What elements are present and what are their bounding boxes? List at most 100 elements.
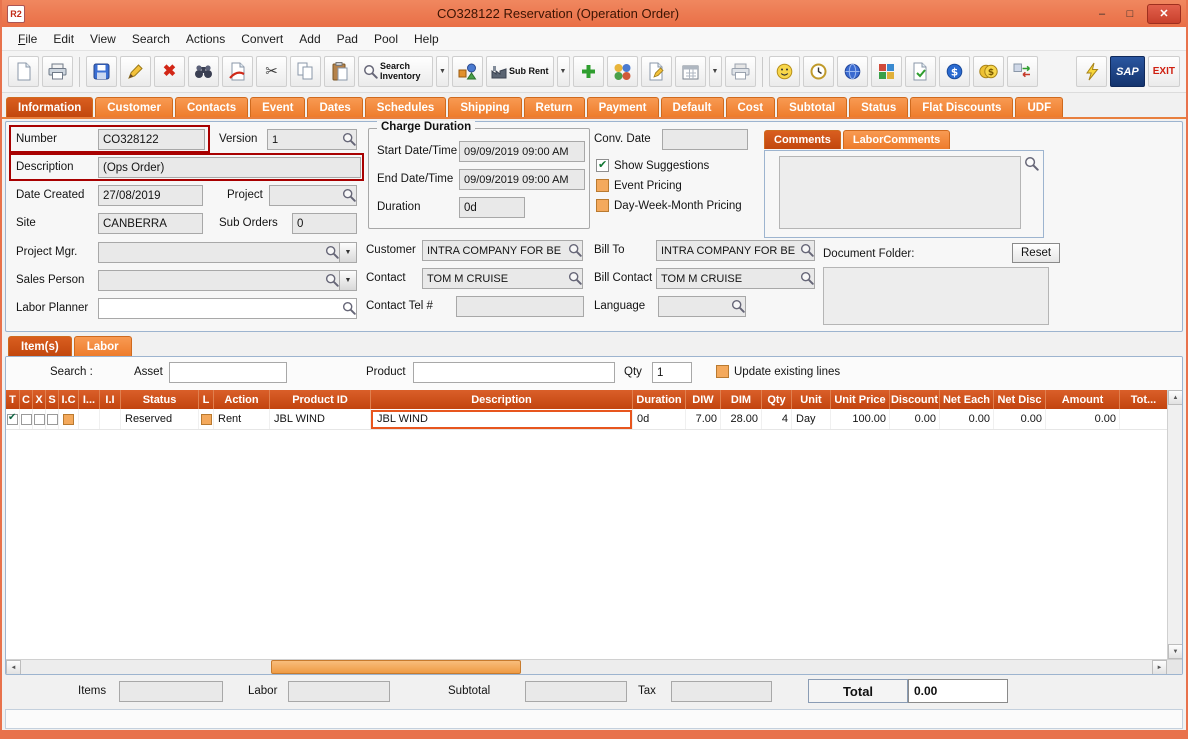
event-pricing-checkbox[interactable] [596,179,609,192]
column-header[interactable]: DIW [686,390,721,409]
cell-product-id[interactable]: JBL WIND [270,409,371,429]
tab-payment[interactable]: Payment [587,97,659,117]
project-mgr-dropdown[interactable]: ▼ [340,242,357,263]
column-header[interactable]: Duration [633,390,686,409]
column-header[interactable]: Net Disc [994,390,1046,409]
cell-l[interactable] [199,409,214,429]
tab-contacts[interactable]: Contacts [175,97,248,117]
scroll-left-button[interactable]: ◄ [6,660,21,675]
save-button[interactable] [86,56,117,87]
document-folder-area[interactable] [823,267,1049,325]
menu-view[interactable]: View [82,29,124,49]
column-header[interactable]: C [20,390,33,409]
column-header[interactable]: Net Each [940,390,994,409]
search-icon[interactable] [1024,156,1039,171]
column-header[interactable]: Status [121,390,199,409]
color-cube-button[interactable] [871,56,902,87]
sub-rent-dropdown[interactable]: ▼ [557,56,570,87]
delete-icon[interactable]: ✖ [154,56,185,87]
cell-ic[interactable] [59,409,79,429]
cell-x[interactable] [33,409,46,429]
sub-orders-field[interactable] [292,213,357,234]
exit-button[interactable]: EXIT [1148,56,1180,87]
search-icon[interactable] [342,188,356,202]
cell-discount[interactable]: 0.00 [890,409,940,429]
cell-action[interactable]: Rent [214,409,270,429]
clock-button[interactable] [803,56,834,87]
scroll-down-button[interactable]: ▼ [1168,644,1182,659]
menu-help[interactable]: Help [406,29,447,49]
export-arrows-button[interactable] [1007,56,1038,87]
minimize-button[interactable]: – [1091,5,1113,23]
tab-dates[interactable]: Dates [307,97,362,117]
search-icon[interactable] [342,132,356,146]
menu-file[interactable]: File [10,29,45,49]
menu-pad[interactable]: Pad [329,29,366,49]
tab-cost[interactable]: Cost [726,97,776,117]
search-icon[interactable] [800,271,814,285]
cell-unit[interactable]: Day [792,409,831,429]
scroll-right-button[interactable]: ► [1152,660,1167,675]
search-icon[interactable] [731,299,745,313]
cell-description[interactable]: JBL WIND [371,409,633,429]
cell-s[interactable] [46,409,59,429]
tab-event[interactable]: Event [250,97,305,117]
column-header[interactable]: T [6,390,20,409]
column-header[interactable]: I... [79,390,100,409]
tab-customer[interactable]: Customer [95,97,173,117]
sub-rent-button[interactable]: Sub Rent [486,56,554,87]
contact-field[interactable] [422,268,583,289]
sales-person-dropdown[interactable]: ▼ [340,270,357,291]
duration-field[interactable] [459,197,525,218]
tab-flat-discounts[interactable]: Flat Discounts [910,97,1013,117]
tab-comments[interactable]: Comments [764,130,841,149]
search-icon[interactable] [800,243,814,257]
description-field[interactable] [98,157,361,178]
dollar-button[interactable]: $ [939,56,970,87]
column-header[interactable]: Unit Price [831,390,890,409]
add-plus-button[interactable] [573,56,604,87]
smiley-button[interactable] [769,56,800,87]
comments-textarea[interactable] [779,156,1021,229]
column-header[interactable]: DIM [721,390,762,409]
search-icon[interactable] [568,271,582,285]
cell-ii[interactable] [100,409,121,429]
contact-tel-field[interactable] [456,296,584,317]
group-circles-button[interactable] [607,56,638,87]
maximize-button[interactable]: □ [1119,5,1141,23]
bill-to-field[interactable] [656,240,815,261]
cell-i-dots[interactable] [79,409,100,429]
reset-button[interactable]: Reset [1012,243,1060,263]
search-icon[interactable] [342,301,356,315]
sap-button[interactable]: SAP [1110,56,1145,87]
paste-button[interactable] [324,56,355,87]
menu-pool[interactable]: Pool [366,29,406,49]
column-header[interactable]: Action [214,390,270,409]
export-document-button[interactable] [222,56,253,87]
table-row[interactable]: Reserved Rent JBL WIND JBL WIND 0d 7.00 … [6,409,1167,430]
print-button[interactable] [42,56,73,87]
conv-date-field[interactable] [662,129,748,150]
column-header[interactable]: Unit [792,390,831,409]
copy-button[interactable] [290,56,321,87]
day-week-month-pricing-checkbox[interactable] [596,199,609,212]
tab-items[interactable]: Item(s) [8,336,72,356]
tab-labor[interactable]: Labor [74,336,132,356]
horizontal-scroll-track[interactable] [21,660,1152,674]
qty-input[interactable] [652,362,692,383]
search-icon[interactable] [568,243,582,257]
bill-contact-field[interactable] [656,268,815,289]
tab-information[interactable]: Information [6,97,93,117]
column-header[interactable]: I.I [100,390,121,409]
asset-input[interactable] [169,362,287,383]
tab-default[interactable]: Default [661,97,724,117]
menu-edit[interactable]: Edit [45,29,82,49]
menu-actions[interactable]: Actions [178,29,233,49]
coins-button[interactable]: $ [973,56,1004,87]
scroll-up-button[interactable]: ▲ [1168,390,1182,405]
labor-planner-field[interactable] [98,298,357,319]
search-icon[interactable] [325,273,339,287]
menu-search[interactable]: Search [124,29,178,49]
product-input[interactable] [413,362,615,383]
column-header[interactable]: Amount [1046,390,1120,409]
